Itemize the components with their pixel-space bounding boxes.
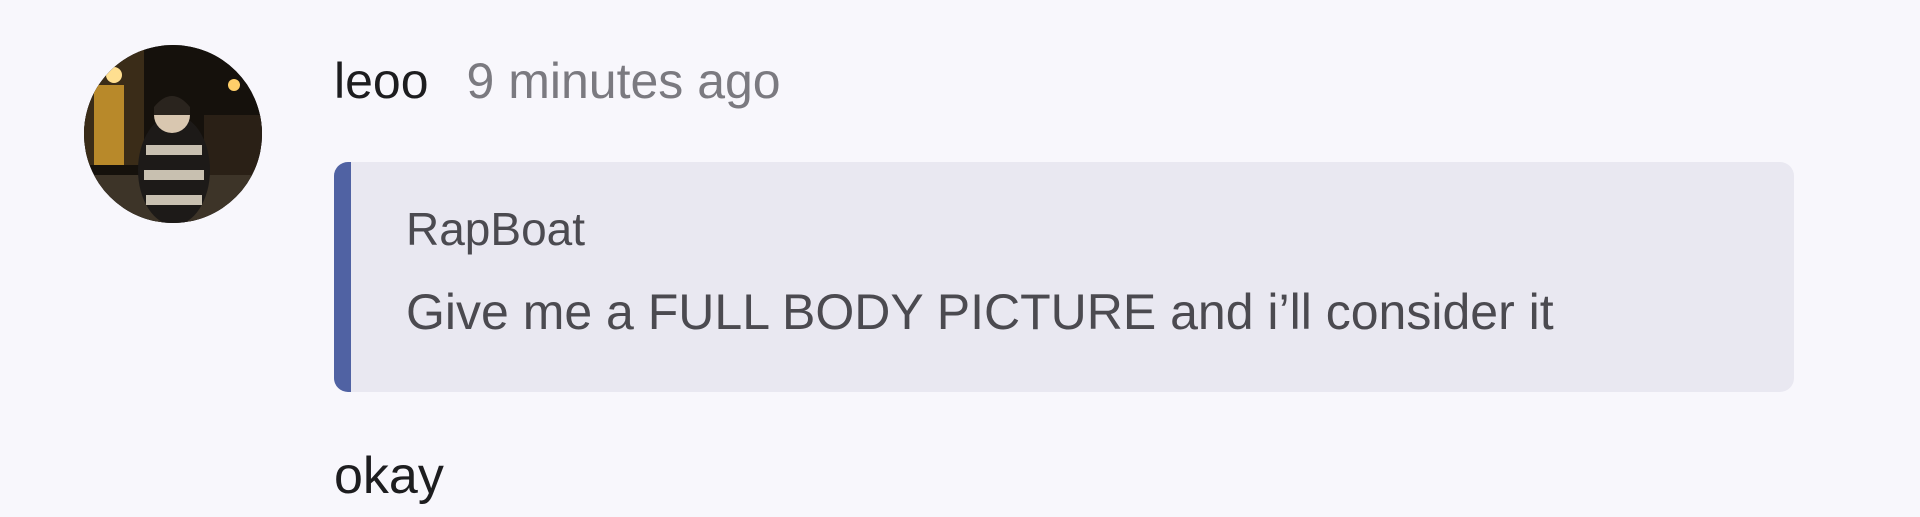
quote-accent-bar — [334, 162, 351, 392]
quoted-text: Give me a FULL BODY PICTURE and i’ll con… — [406, 284, 1554, 340]
avatar-photo — [84, 45, 262, 223]
comment-author[interactable]: leoo — [334, 52, 429, 110]
comment-body: leoo 9 minutes ago RapBoat Give me a FUL… — [334, 52, 1794, 505]
comment-message: okay — [334, 447, 444, 505]
quoted-message[interactable]: RapBoat Give me a FULL BODY PICTURE and … — [334, 162, 1794, 392]
comment-timestamp[interactable]: 9 minutes ago — [467, 52, 781, 110]
quoted-author: RapBoat — [406, 203, 586, 255]
comment: leoo 9 minutes ago RapBoat Give me a FUL… — [0, 0, 1920, 517]
comment-meta: leoo 9 minutes ago — [334, 52, 1794, 118]
avatar[interactable] — [84, 45, 262, 223]
